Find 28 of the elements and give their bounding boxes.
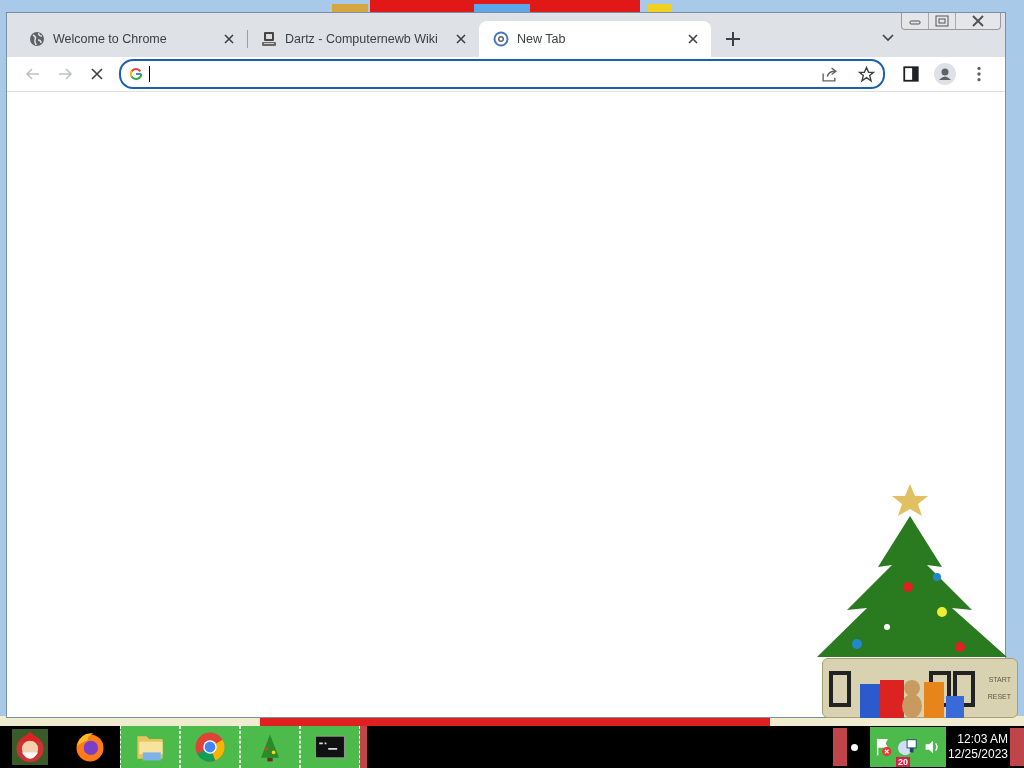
side-panel-icon[interactable]: [902, 65, 920, 83]
taskbar-clock[interactable]: 12:03 AM 12/25/2023: [946, 732, 1008, 762]
taskbar-separator: [360, 726, 367, 768]
new-tab-icon[interactable]: [723, 29, 743, 49]
star-icon[interactable]: [858, 65, 875, 83]
google-icon: [129, 67, 143, 81]
network-icon[interactable]: [898, 736, 918, 758]
address-field[interactable]: [119, 59, 885, 89]
profile-icon[interactable]: [934, 63, 956, 85]
tray-dot: [851, 743, 858, 751]
browser-tab[interactable]: Dartz - Computernewb Wiki: [247, 21, 479, 57]
taskbar-block: [833, 728, 847, 766]
clock-time: 12:03 AM: [956, 732, 1008, 747]
loading-icon: [493, 31, 509, 47]
tab-title: New Tab: [517, 32, 567, 46]
notification-badge: 20: [896, 757, 910, 767]
browser-tab[interactable]: Welcome to Chrome: [15, 21, 247, 57]
computer-icon: [261, 31, 277, 47]
tab-title: Dartz - Computernewb Wiki: [285, 32, 439, 46]
flag-icon[interactable]: [874, 736, 894, 758]
stop-icon[interactable]: [89, 66, 105, 82]
tab-title: Welcome to Chrome: [53, 32, 168, 46]
browser-tab[interactable]: New Tab: [479, 21, 711, 57]
taskbar-button[interactable]: [300, 726, 360, 768]
share-icon[interactable]: [821, 65, 838, 83]
clock-date: 12/25/2023: [946, 747, 1008, 762]
santa-icon[interactable]: [12, 729, 48, 765]
globe-icon: [29, 31, 45, 47]
